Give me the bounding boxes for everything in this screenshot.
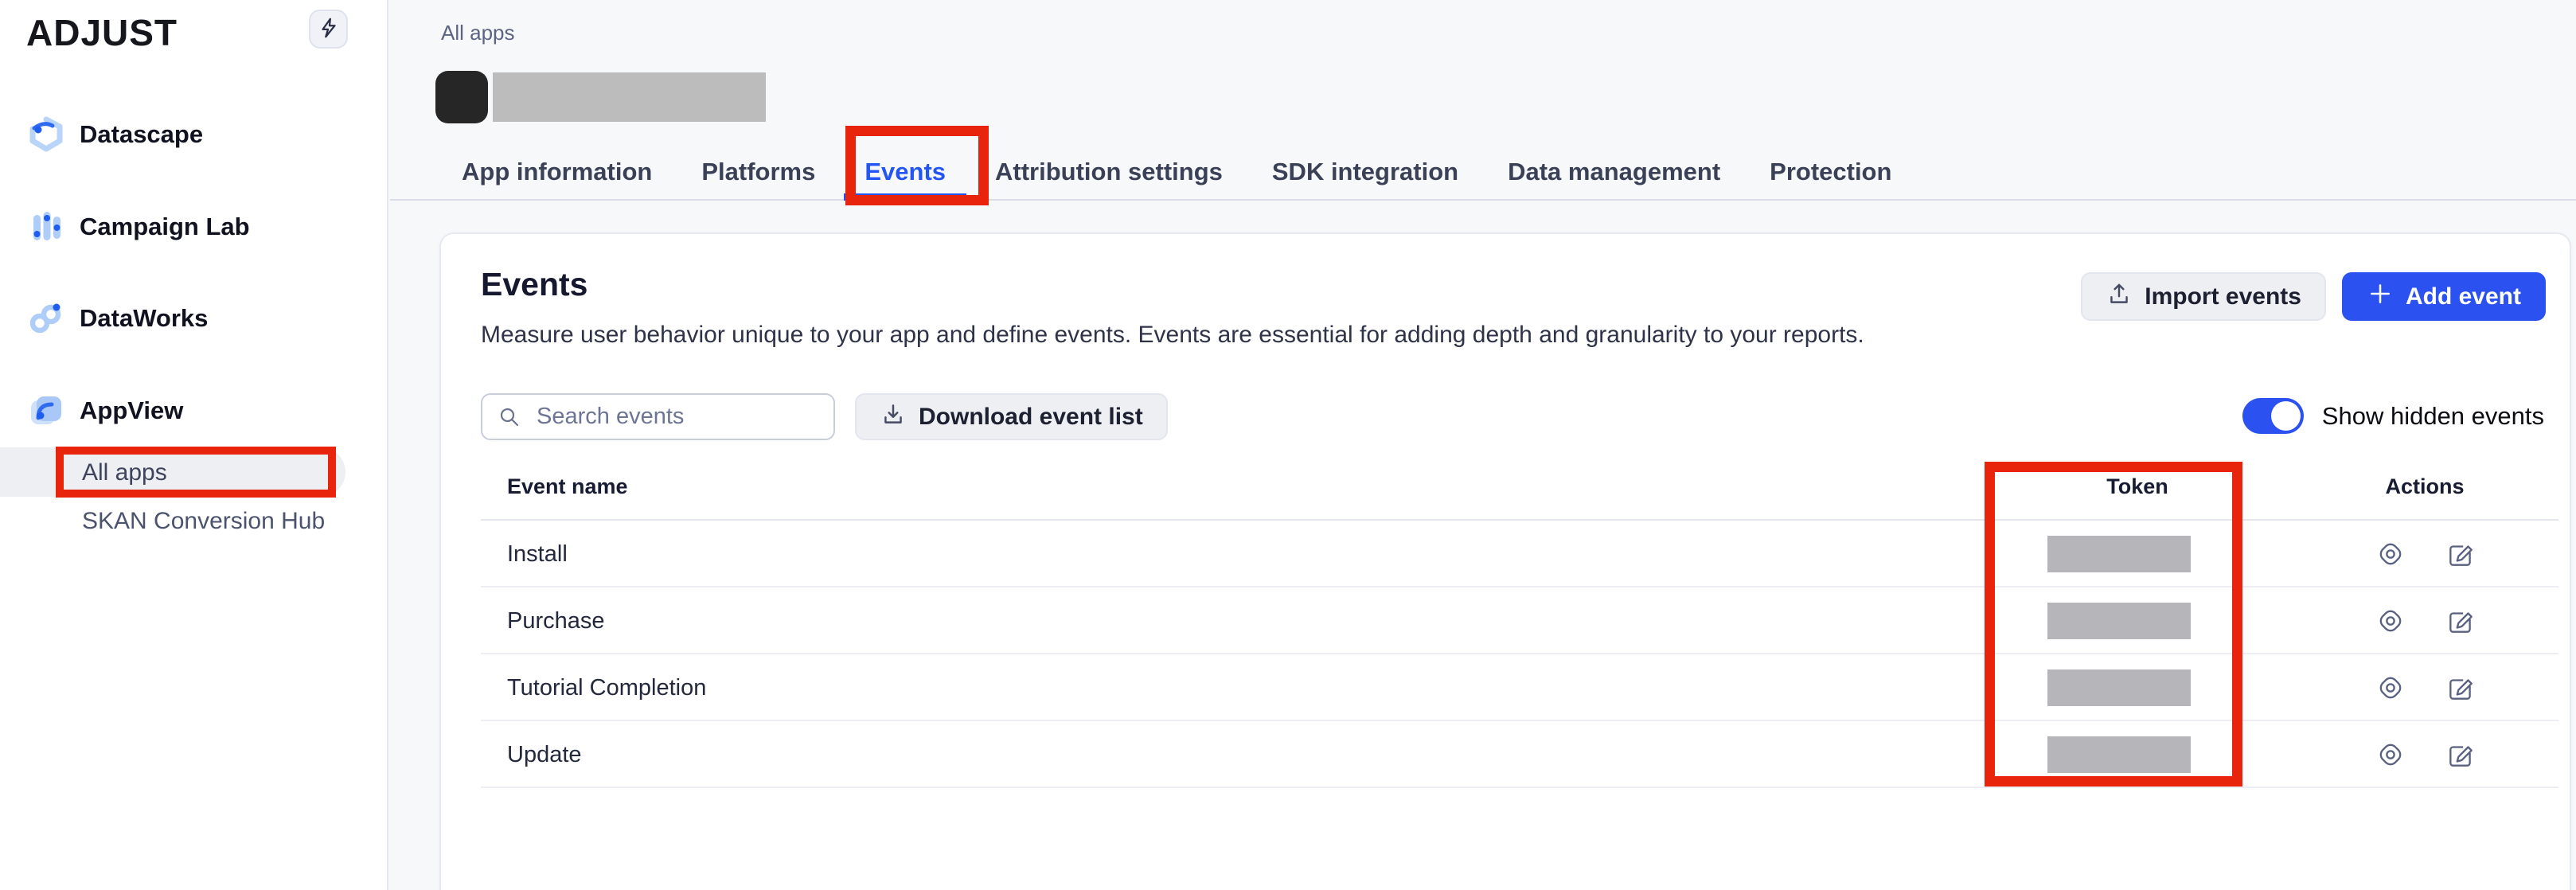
- datascape-icon: [26, 115, 66, 154]
- event-name-cell: Purchase: [507, 608, 605, 634]
- eye-icon: [2375, 539, 2406, 569]
- page: ADJUST Datascape: [0, 0, 2576, 890]
- sidebar-item-campaign-lab[interactable]: Campaign Lab: [26, 206, 250, 248]
- sidebar-selected-highlight: [0, 447, 345, 497]
- hide-event-button[interactable]: [2375, 673, 2406, 703]
- token-redacted: [2047, 603, 2191, 639]
- tab-platforms[interactable]: Platforms: [701, 143, 815, 201]
- toggle-knob: [2271, 401, 2301, 431]
- sidebar-item-all-apps[interactable]: All apps: [82, 459, 167, 486]
- panel-actions: Import events Add event: [2081, 272, 2546, 321]
- hide-event-button[interactable]: [2375, 539, 2406, 569]
- campaign-lab-icon: [26, 207, 66, 247]
- row-actions: [2375, 721, 2476, 788]
- row-actions: [2375, 521, 2476, 587]
- search-events-field: [481, 393, 835, 440]
- tab-app-information[interactable]: App information: [462, 143, 652, 201]
- token-redacted: [2047, 736, 2191, 773]
- event-name-cell: Update: [507, 742, 582, 768]
- eye-icon: [2375, 673, 2406, 703]
- sidebar-item-label: Campaign Lab: [80, 213, 250, 241]
- tab-protection[interactable]: Protection: [1770, 143, 1891, 201]
- edit-icon: [2445, 740, 2476, 770]
- events-table: Event name Token Actions Install: [481, 463, 2558, 788]
- edit-event-button[interactable]: [2445, 539, 2476, 569]
- sidebar-item-label: DataWorks: [80, 304, 208, 333]
- app-name-redacted: [493, 72, 766, 122]
- dataworks-icon: [26, 299, 66, 338]
- sidebar-item-skan-conversion-hub[interactable]: SKAN Conversion Hub: [82, 508, 325, 535]
- table-header-row: Event name Token Actions: [481, 463, 2558, 521]
- eye-icon: [2375, 740, 2406, 770]
- breadcrumb[interactable]: All apps: [441, 21, 515, 45]
- show-hidden-events-toggle[interactable]: [2242, 398, 2304, 434]
- sidebar-item-appview[interactable]: AppView: [26, 390, 183, 431]
- row-actions: [2375, 654, 2476, 721]
- page-title: Events: [481, 266, 587, 303]
- sidebar-item-label: Datascape: [80, 120, 203, 149]
- download-event-list-button[interactable]: Download event list: [855, 393, 1168, 440]
- eye-icon: [2375, 606, 2406, 636]
- token-redacted: [2047, 669, 2191, 706]
- tab-sdk-integration[interactable]: SDK integration: [1272, 143, 1458, 201]
- adjust-logo: ADJUST: [26, 11, 178, 54]
- edit-icon: [2445, 539, 2476, 569]
- edit-event-button[interactable]: [2445, 673, 2476, 703]
- show-hidden-events-control: Show hidden events: [2242, 398, 2544, 434]
- table-row: Purchase: [481, 587, 2558, 654]
- table-row: Install: [481, 521, 2558, 587]
- sidebar: ADJUST Datascape: [0, 0, 388, 890]
- event-name-cell: Install: [507, 541, 568, 568]
- app-icon: [435, 71, 488, 123]
- import-events-button[interactable]: Import events: [2081, 272, 2326, 321]
- toggle-label: Show hidden events: [2322, 402, 2544, 431]
- add-event-button[interactable]: Add event: [2342, 272, 2546, 321]
- events-panel: Events Measure user behavior unique to y…: [439, 232, 2571, 890]
- lightning-icon: [317, 16, 341, 42]
- sidebar-item-label: AppView: [80, 396, 183, 425]
- edit-icon: [2445, 673, 2476, 703]
- row-actions: [2375, 587, 2476, 654]
- upload-icon: [2106, 280, 2133, 314]
- tab-bar: App information Platforms Events Attribu…: [462, 143, 1891, 201]
- page-description: Measure user behavior unique to your app…: [481, 322, 1864, 349]
- sidebar-item-datascape[interactable]: Datascape: [26, 114, 203, 155]
- event-name-cell: Tutorial Completion: [507, 675, 706, 701]
- column-header-token: Token: [2022, 474, 2253, 499]
- column-header-actions: Actions: [2309, 474, 2540, 499]
- edit-event-button[interactable]: [2445, 606, 2476, 636]
- search-input[interactable]: [481, 393, 835, 440]
- sidebar-item-dataworks[interactable]: DataWorks: [26, 298, 208, 339]
- hide-event-button[interactable]: [2375, 740, 2406, 770]
- column-header-event-name: Event name: [507, 474, 628, 499]
- quick-actions-button[interactable]: [309, 10, 348, 49]
- plus-icon: [2367, 280, 2394, 314]
- table-row: Update: [481, 721, 2558, 788]
- token-redacted: [2047, 536, 2191, 572]
- tab-data-management[interactable]: Data management: [1508, 143, 1720, 201]
- download-icon: [880, 400, 907, 434]
- app-header: All apps App information Platforms Event…: [390, 0, 2576, 201]
- tab-attribution-settings[interactable]: Attribution settings: [995, 143, 1223, 201]
- appview-icon: [26, 391, 66, 431]
- edit-icon: [2445, 606, 2476, 636]
- edit-event-button[interactable]: [2445, 740, 2476, 770]
- table-row: Tutorial Completion: [481, 654, 2558, 721]
- tab-events[interactable]: Events: [865, 143, 946, 201]
- hide-event-button[interactable]: [2375, 606, 2406, 636]
